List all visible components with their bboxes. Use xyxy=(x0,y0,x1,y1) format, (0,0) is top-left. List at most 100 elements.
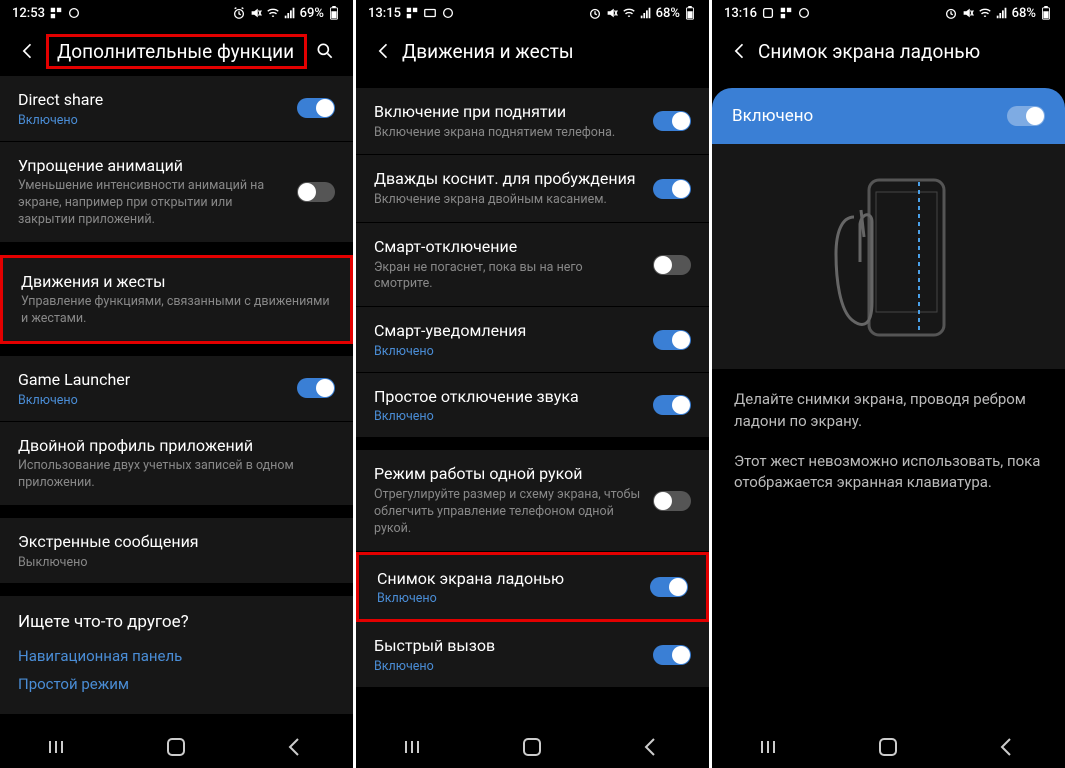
item-desc: Использование двух учетных записей в одн… xyxy=(18,458,335,492)
mute-icon xyxy=(249,6,263,20)
item-desc: Включение экрана поднятием телефона. xyxy=(374,125,641,142)
navigation-bar xyxy=(712,726,1065,768)
enabled-banner[interactable]: Включено xyxy=(712,88,1065,144)
item-title: Экстренные сообщения xyxy=(18,531,335,553)
wifi-icon xyxy=(978,6,992,20)
wifi-icon xyxy=(622,6,636,20)
phone-screen-2: 13:15 68% Движения и жесты Включение при… xyxy=(356,0,709,768)
alarm-icon xyxy=(588,6,602,20)
link-easy-mode[interactable]: Простой режим xyxy=(18,670,335,698)
master-toggle[interactable] xyxy=(1007,106,1045,126)
setting-game-launcher[interactable]: Game Launcher Включено xyxy=(0,356,353,422)
item-title: Смарт-уведомления xyxy=(374,320,641,342)
recents-button[interactable] xyxy=(741,733,801,761)
signal-icon xyxy=(995,6,1009,20)
toggle-switch[interactable] xyxy=(297,378,335,398)
toggle-switch[interactable] xyxy=(653,330,691,350)
battery-icon xyxy=(327,6,341,20)
toggle-switch[interactable] xyxy=(653,255,691,275)
settings-list: Direct share Включено Упрощение анимаций… xyxy=(0,76,353,726)
battery-icon xyxy=(1039,6,1053,20)
item-title: Двойной профиль приложений xyxy=(18,435,335,457)
description-text-1: Делайте снимки экрана, проводя ребром ла… xyxy=(734,389,1043,433)
toggle-switch[interactable] xyxy=(653,111,691,131)
setting-double-tap-wake[interactable]: Дважды коснит. для пробуждения Включение… xyxy=(356,155,709,222)
signal-icon xyxy=(639,6,653,20)
item-status: Включено xyxy=(18,393,285,408)
gesture-illustration xyxy=(712,144,1065,369)
status-time: 12:53 xyxy=(12,6,45,21)
home-button[interactable] xyxy=(858,733,918,761)
item-desc: Экран не погаснет, пока вы на него смотр… xyxy=(374,260,641,294)
back-button[interactable] xyxy=(10,33,46,69)
item-desc: Включение экрана двойным касанием. xyxy=(374,192,641,209)
search-button[interactable] xyxy=(307,33,343,69)
toggle-switch[interactable] xyxy=(653,179,691,199)
back-nav-button[interactable] xyxy=(264,733,324,761)
status-icon xyxy=(441,6,455,20)
home-button[interactable] xyxy=(502,733,562,761)
link-navigation-bar[interactable]: Навигационная панель xyxy=(18,642,335,670)
looking-for-something: Ищете что-то другое? Навигационная панел… xyxy=(0,596,353,714)
status-icon xyxy=(797,6,811,20)
item-status: Включено xyxy=(374,659,641,674)
back-button[interactable] xyxy=(722,33,758,69)
looking-title: Ищете что-то другое? xyxy=(18,612,335,632)
setting-smart-alert[interactable]: Смарт-уведомления Включено xyxy=(356,307,709,373)
item-desc: Отрегулируйте размер и схему экрана, что… xyxy=(374,487,641,538)
item-title: Простое отключение звука xyxy=(374,386,641,408)
toggle-switch[interactable] xyxy=(297,182,335,202)
battery-percent: 68% xyxy=(656,6,680,21)
status-time: 13:16 xyxy=(724,6,757,21)
enabled-label: Включено xyxy=(732,106,1007,126)
setting-dual-messenger[interactable]: Двойной профиль приложений Использование… xyxy=(0,422,353,506)
toggle-switch[interactable] xyxy=(650,577,688,597)
setting-reduce-animations[interactable]: Упрощение анимаций Уменьшение интенсивно… xyxy=(0,142,353,243)
recents-button[interactable] xyxy=(385,733,445,761)
item-title: Снимок экрана ладонью xyxy=(377,568,638,590)
toggle-switch[interactable] xyxy=(653,645,691,665)
toggle-switch[interactable] xyxy=(653,395,691,415)
item-desc: Уменьшение интенсивности анимаций на экр… xyxy=(18,178,285,229)
status-bar: 13:15 68% xyxy=(356,0,709,26)
item-title: Direct share xyxy=(18,89,285,111)
setting-direct-call[interactable]: Быстрый вызов Включено xyxy=(356,622,709,688)
item-title: Включение при поднятии xyxy=(374,101,641,123)
description-text-2: Этот жест невозможно использовать, пока … xyxy=(734,451,1043,495)
navigation-bar xyxy=(356,726,709,768)
setting-lift-to-wake[interactable]: Включение при поднятии Включение экрана … xyxy=(356,88,709,155)
setting-motions-gestures[interactable]: Движения и жесты Управление функциями, с… xyxy=(0,255,353,344)
recents-button[interactable] xyxy=(29,733,89,761)
status-icon xyxy=(779,6,793,20)
setting-direct-share[interactable]: Direct share Включено xyxy=(0,76,353,142)
battery-icon xyxy=(683,6,697,20)
setting-sos-messages[interactable]: Экстренные сообщения Выключено xyxy=(0,518,353,584)
back-button[interactable] xyxy=(366,33,402,69)
detail-content: Включено Делайте снимки экрана, проводя … xyxy=(712,76,1065,726)
battery-percent: 69% xyxy=(300,6,324,21)
status-icon xyxy=(423,6,437,20)
back-nav-button[interactable] xyxy=(620,733,680,761)
mute-icon xyxy=(961,6,975,20)
status-time: 13:15 xyxy=(368,6,401,21)
item-title: Режим работы одной рукой xyxy=(374,463,641,485)
item-status: Включено xyxy=(374,344,641,359)
home-button[interactable] xyxy=(146,733,206,761)
toggle-switch[interactable] xyxy=(653,491,691,511)
back-nav-button[interactable] xyxy=(976,733,1036,761)
alarm-icon xyxy=(944,6,958,20)
page-header: Дополнительные функции xyxy=(0,26,353,76)
page-title: Дополнительные функции xyxy=(46,34,307,69)
setting-easy-mute[interactable]: Простое отключение звука Включено xyxy=(356,373,709,439)
setting-smart-stay[interactable]: Смарт-отключение Экран не погаснет, пока… xyxy=(356,223,709,307)
battery-percent: 68% xyxy=(1012,6,1036,21)
status-icon xyxy=(67,6,81,20)
setting-palm-swipe-capture[interactable]: Снимок экрана ладонью Включено xyxy=(356,552,709,623)
item-status: Включено xyxy=(377,591,638,606)
signal-icon xyxy=(283,6,297,20)
setting-one-handed-mode[interactable]: Режим работы одной рукой Отрегулируйте р… xyxy=(356,450,709,551)
description-block: Делайте снимки экрана, проводя ребром ла… xyxy=(712,369,1065,532)
toggle-switch[interactable] xyxy=(297,98,335,118)
item-title: Быстрый вызов xyxy=(374,635,641,657)
item-status: Включено xyxy=(18,113,285,128)
